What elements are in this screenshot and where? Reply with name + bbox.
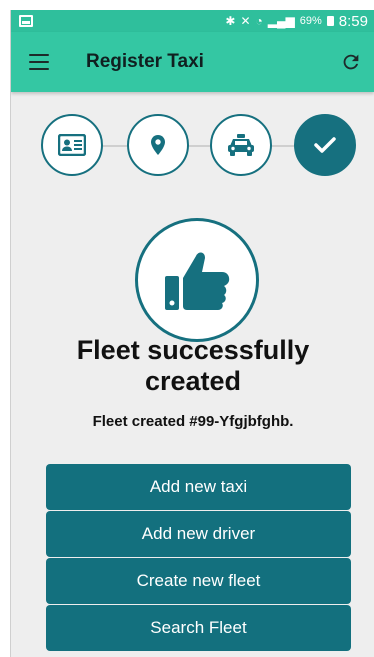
- screen: ✱ ✕ ◔ ▂▄▆ 69% 8:59 Register Taxi Fleet s…: [10, 10, 374, 657]
- fleet-created-message: Fleet created #99-Yfgjbfghb.: [92, 413, 294, 430]
- add-new-taxi-button[interactable]: Add new taxi: [46, 464, 351, 510]
- status-bar: ✱ ✕ ◔ ▂▄▆ 69% 8:59: [11, 10, 374, 32]
- id-card-icon: [58, 134, 86, 156]
- taxi-icon: [228, 134, 254, 156]
- mute-icon: ✕: [240, 14, 251, 28]
- location-pin-icon: [151, 135, 165, 155]
- action-buttons: Add new taxi Add new driver Create new f…: [46, 464, 351, 652]
- app-bar: Register Taxi: [11, 32, 374, 92]
- clock: 8:59: [338, 12, 368, 30]
- success-title-line1: Fleet successfully: [76, 335, 310, 365]
- add-new-driver-button[interactable]: Add new driver: [46, 511, 351, 557]
- checkmark-icon: [314, 137, 336, 153]
- create-new-fleet-button[interactable]: Create new fleet: [46, 558, 351, 604]
- step-driver-details[interactable]: [41, 114, 103, 176]
- success-title: Fleet successfully created: [11, 335, 374, 397]
- stepper-connector: [71, 145, 326, 147]
- success-title-line2: created: [144, 366, 242, 396]
- battery-icon: [326, 16, 334, 26]
- step-confirmation[interactable]: [294, 114, 356, 176]
- bluetooth-icon: ✱: [225, 14, 236, 28]
- thumbs-up-icon: [165, 252, 230, 310]
- success-badge: [135, 218, 259, 342]
- search-fleet-button[interactable]: Search Fleet: [46, 605, 351, 651]
- wifi-icon: ◔: [255, 14, 263, 28]
- page-title: Register Taxi: [86, 51, 204, 72]
- screenshot-notification-icon: [19, 15, 33, 27]
- signal-icon: ▂▄▆: [267, 14, 295, 28]
- progress-stepper: [41, 114, 356, 178]
- step-taxi[interactable]: [210, 114, 272, 176]
- hamburger-menu-icon[interactable]: [29, 54, 49, 70]
- step-location[interactable]: [127, 114, 189, 176]
- refresh-icon[interactable]: [340, 51, 362, 73]
- battery-percent: 69%: [299, 15, 322, 27]
